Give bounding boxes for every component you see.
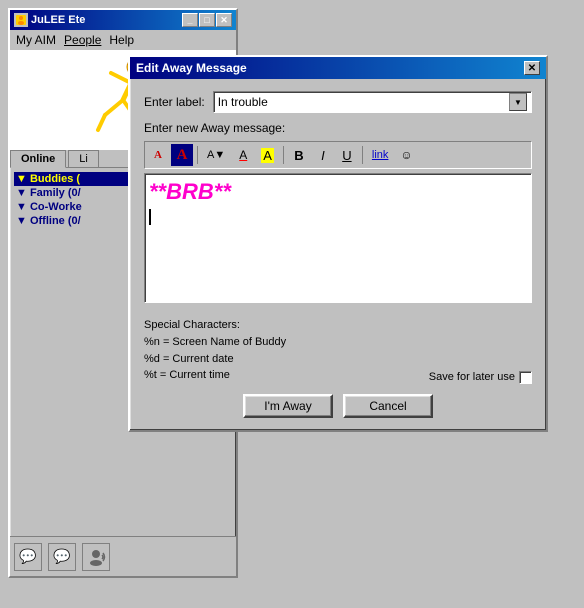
toolbar-separator-2 (283, 146, 284, 164)
edit-away-message-dialog: Edit Away Message ✕ Enter label: In trou… (128, 55, 548, 432)
aim-titlebar: JuLEE Ete _ □ ✕ (10, 10, 236, 30)
tab-online[interactable]: Online (10, 150, 66, 168)
message-text-area[interactable]: **BRB** (144, 173, 532, 303)
brb-message-text: **BRB** (149, 179, 231, 204)
status-icon-buddy[interactable]: 💬 (48, 543, 76, 571)
special-char-n: %n = Screen Name of Buddy (144, 334, 286, 351)
aim-menubar: My AIM People Help (10, 30, 236, 50)
dialog-title: Edit Away Message (136, 61, 247, 75)
toolbar-font-large[interactable]: A (171, 144, 193, 166)
toolbar-underline[interactable]: U (336, 144, 358, 166)
menu-people[interactable]: People (64, 33, 101, 47)
save-later-label: Save for later use (429, 371, 515, 383)
menu-my-aim[interactable]: My AIM (16, 33, 56, 47)
label-select-control[interactable]: In trouble ▼ (213, 91, 532, 113)
aim-statusbar: 💬 💬 (10, 536, 236, 576)
special-char-d: %d = Current date (144, 351, 286, 368)
status-icon-user[interactable] (82, 543, 110, 571)
tab-list[interactable]: Li (68, 150, 99, 167)
special-chars-title: Special Characters: (144, 319, 286, 331)
save-for-later-section: Save for later use (429, 371, 532, 384)
menu-help[interactable]: Help (109, 33, 134, 47)
enter-label-text: Enter label: (144, 95, 205, 109)
select-dropdown-arrow[interactable]: ▼ (509, 93, 527, 111)
im-away-button[interactable]: I'm Away (243, 394, 333, 418)
special-characters-section: Special Characters: %n = Screen Name of … (144, 319, 286, 384)
save-later-checkbox[interactable] (519, 371, 532, 384)
titlebar-buttons: _ □ ✕ (182, 13, 232, 27)
message-toolbar: A A A▼ A A B I U link ☺ (144, 141, 532, 169)
status-icon-chat[interactable]: 💬 (14, 543, 42, 571)
close-button[interactable]: ✕ (216, 13, 232, 27)
aim-window-icon (14, 13, 28, 27)
toolbar-link[interactable]: link (367, 144, 394, 166)
cancel-button[interactable]: Cancel (343, 394, 433, 418)
text-cursor (149, 209, 151, 225)
toolbar-font-size-down[interactable]: A▼ (202, 144, 230, 166)
special-char-t: %t = Current time (144, 367, 286, 384)
toolbar-font-color[interactable]: A (232, 144, 254, 166)
label-select-value: In trouble (218, 95, 268, 109)
dialog-close-button[interactable]: ✕ (524, 61, 540, 75)
toolbar-smiley[interactable]: ☺ (395, 144, 417, 166)
toolbar-font-small[interactable]: A (147, 144, 169, 166)
label-form-row: Enter label: In trouble ▼ (144, 91, 532, 113)
toolbar-italic[interactable]: I (312, 144, 334, 166)
aim-window-title: JuLEE Ete (31, 14, 85, 26)
dialog-titlebar: Edit Away Message ✕ (130, 57, 546, 79)
minimize-button[interactable]: _ (182, 13, 198, 27)
away-message-label-text: Enter new Away message: (144, 121, 532, 135)
dialog-content: Enter label: In trouble ▼ Enter new Away… (130, 79, 546, 430)
toolbar-bold[interactable]: B (288, 144, 310, 166)
toolbar-font-bgcolor[interactable]: A (256, 144, 279, 166)
toolbar-separator-1 (197, 146, 198, 164)
dialog-button-row: I'm Away Cancel (144, 394, 532, 418)
toolbar-separator-3 (362, 146, 363, 164)
restore-button[interactable]: □ (199, 13, 215, 27)
